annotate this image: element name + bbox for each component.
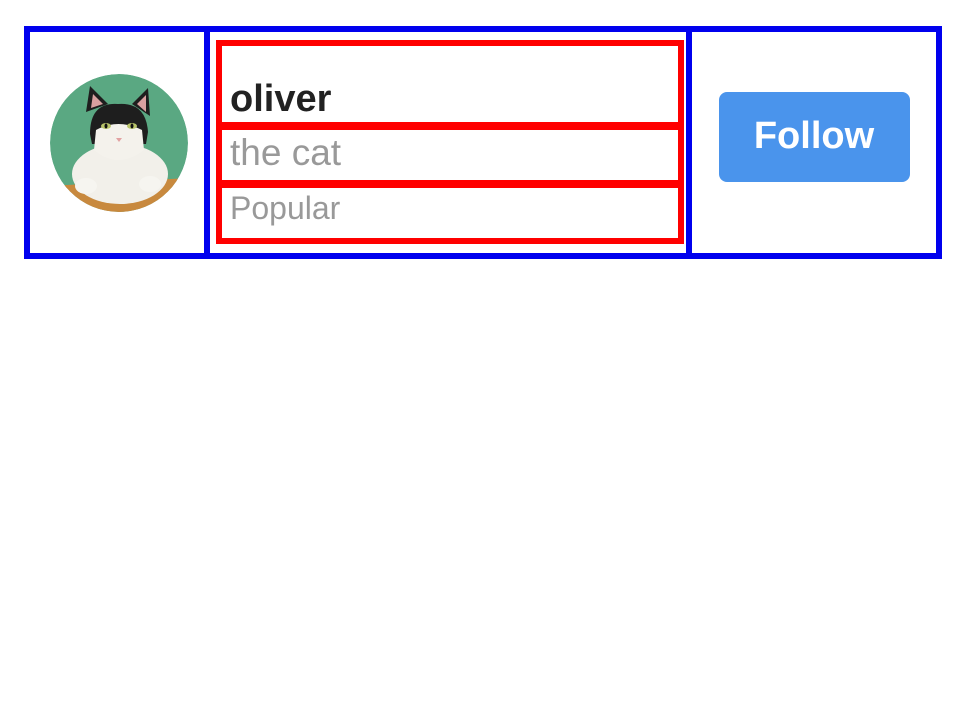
tag-row: Popular	[216, 182, 684, 244]
action-cell: Follow	[692, 32, 936, 253]
avatar-cell	[30, 32, 210, 253]
user-info: oliver the cat Popular	[210, 32, 692, 253]
username[interactable]: oliver	[230, 80, 331, 118]
user-tag: Popular	[230, 190, 341, 226]
follow-button[interactable]: Follow	[718, 91, 910, 182]
avatar[interactable]	[50, 73, 188, 212]
user-card: oliver the cat Popular Follow	[24, 26, 942, 259]
name-row: oliver	[216, 40, 684, 128]
user-bio: the cat	[230, 131, 342, 173]
bio-row: the cat	[216, 124, 684, 186]
